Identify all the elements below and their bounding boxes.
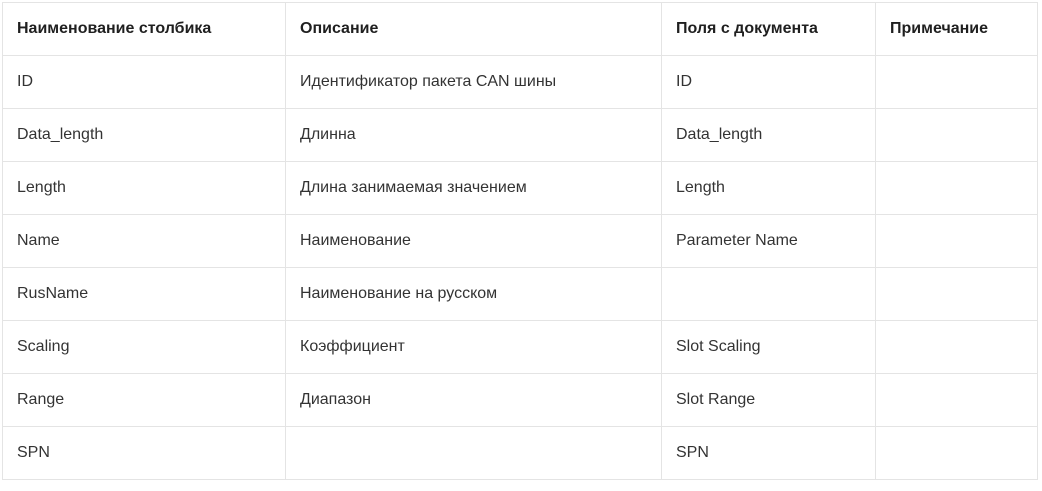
- table-row: Range Диапазон Slot Range: [2, 373, 1038, 427]
- table-row: RusName Наименование на русском: [2, 267, 1038, 321]
- cell-description: Коэффициент: [285, 320, 662, 374]
- cell-document-field: Parameter Name: [661, 214, 876, 268]
- cell-note: [875, 267, 1038, 321]
- cell-document-field: Slot Range: [661, 373, 876, 427]
- cell-name: Name: [2, 214, 286, 268]
- table-row: Scaling Коэффициент Slot Scaling: [2, 320, 1038, 374]
- cell-document-field: Slot Scaling: [661, 320, 876, 374]
- table-row: Name Наименование Parameter Name: [2, 214, 1038, 268]
- cell-description: Диапазон: [285, 373, 662, 427]
- cell-note: [875, 373, 1038, 427]
- cell-description: [285, 426, 662, 480]
- cell-note: [875, 55, 1038, 109]
- cell-name: Range: [2, 373, 286, 427]
- column-header-note: Примечание: [875, 2, 1038, 56]
- cell-name: Scaling: [2, 320, 286, 374]
- cell-description: Наименование: [285, 214, 662, 268]
- cell-name: ID: [2, 55, 286, 109]
- table-row: ID Идентификатор пакета CAN шины ID: [2, 55, 1038, 109]
- table-header-row: Наименование столбика Описание Поля с до…: [2, 2, 1038, 56]
- column-header-document-field: Поля с документа: [661, 2, 876, 56]
- table-container: Наименование столбика Описание Поля с до…: [2, 2, 1038, 480]
- table-row: SPN SPN: [2, 426, 1038, 480]
- column-header-name: Наименование столбика: [2, 2, 286, 56]
- column-header-description: Описание: [285, 2, 662, 56]
- cell-document-field: Length: [661, 161, 876, 215]
- cell-name: SPN: [2, 426, 286, 480]
- table-row: Data_length Длинна Data_length: [2, 108, 1038, 162]
- cell-note: [875, 214, 1038, 268]
- data-table: Наименование столбика Описание Поля с до…: [2, 2, 1038, 480]
- cell-note: [875, 320, 1038, 374]
- cell-document-field: ID: [661, 55, 876, 109]
- cell-document-field: Data_length: [661, 108, 876, 162]
- cell-document-field: SPN: [661, 426, 876, 480]
- cell-document-field: [661, 267, 876, 321]
- cell-name: Length: [2, 161, 286, 215]
- cell-description: Длинна: [285, 108, 662, 162]
- cell-name: Data_length: [2, 108, 286, 162]
- cell-description: Длина занимаемая значением: [285, 161, 662, 215]
- cell-note: [875, 161, 1038, 215]
- cell-name: RusName: [2, 267, 286, 321]
- cell-note: [875, 426, 1038, 480]
- table-row: Length Длина занимаемая значением Length: [2, 161, 1038, 215]
- cell-description: Наименование на русском: [285, 267, 662, 321]
- cell-note: [875, 108, 1038, 162]
- cell-description: Идентификатор пакета CAN шины: [285, 55, 662, 109]
